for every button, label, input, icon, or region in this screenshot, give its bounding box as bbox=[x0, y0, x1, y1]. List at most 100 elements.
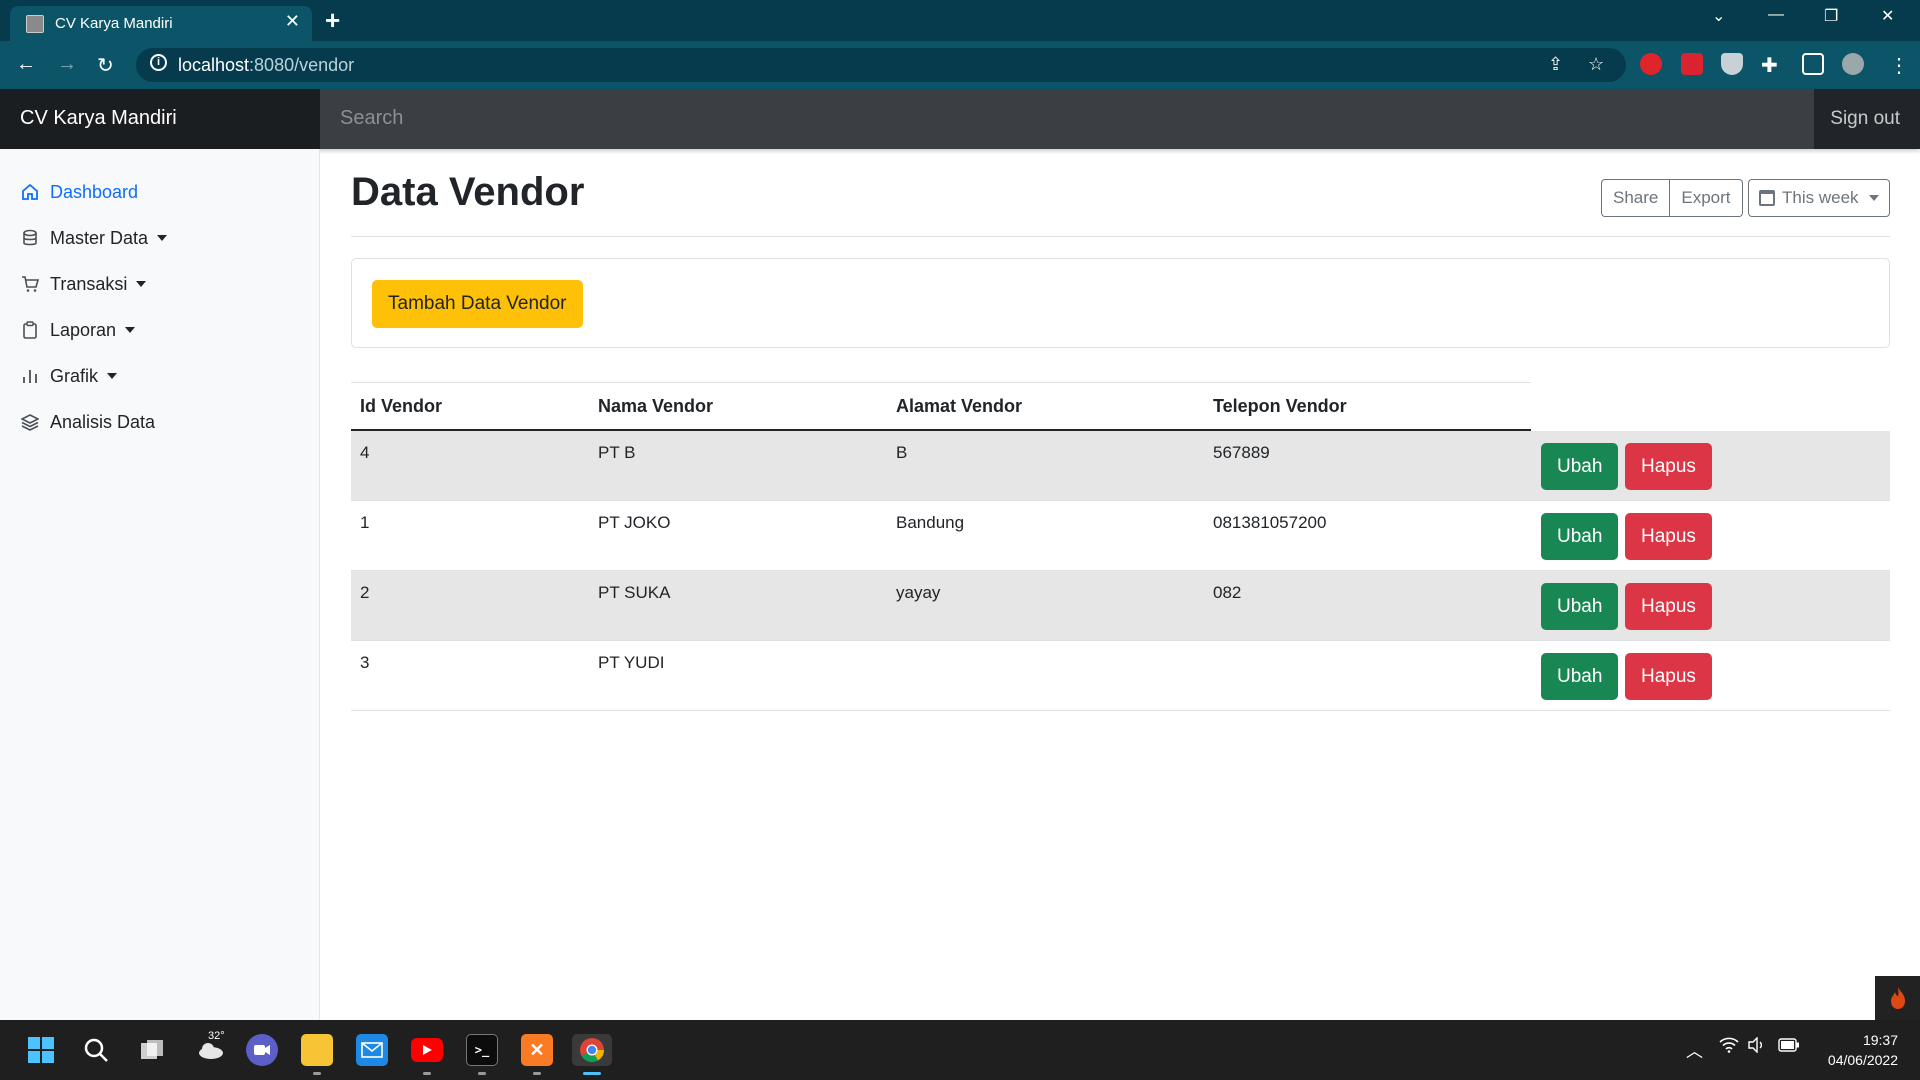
sidebar-item-label: Dashboard bbox=[50, 181, 139, 202]
volume-icon[interactable] bbox=[1748, 1036, 1766, 1058]
forward-icon[interactable]: → bbox=[57, 53, 77, 76]
chrome-icon[interactable] bbox=[572, 1034, 612, 1066]
sidebar-item-grafik[interactable]: Grafik bbox=[20, 361, 118, 391]
caret-down-icon bbox=[107, 373, 118, 379]
wifi-icon[interactable] bbox=[1719, 1037, 1739, 1058]
site-info-icon[interactable]: i bbox=[150, 54, 167, 71]
xampp-icon[interactable]: ✕ bbox=[521, 1034, 553, 1066]
delete-button[interactable]: Hapus bbox=[1625, 653, 1712, 700]
cell-alamat: Bandung bbox=[896, 513, 965, 532]
delete-button[interactable]: Hapus bbox=[1625, 443, 1712, 490]
period-dropdown-button[interactable]: This week bbox=[1748, 179, 1890, 217]
extension-m-icon[interactable] bbox=[1681, 53, 1703, 75]
bar-chart-icon bbox=[20, 366, 40, 386]
tab-search-icon[interactable]: ⌄ bbox=[1712, 6, 1725, 26]
delete-button[interactable]: Hapus bbox=[1625, 513, 1712, 560]
table-row: 1 PT JOKO Bandung 081381057200 Ubah Hapu… bbox=[351, 501, 1890, 571]
table-row: 4 PT B B 567889 Ubah Hapus bbox=[351, 431, 1890, 501]
clipboard-icon bbox=[20, 320, 40, 340]
toolbar-button-group: Share Export bbox=[1601, 179, 1743, 217]
export-button[interactable]: Export bbox=[1670, 179, 1743, 217]
side-panel-icon[interactable] bbox=[1802, 53, 1824, 75]
file-explorer-icon[interactable] bbox=[301, 1034, 333, 1066]
divider bbox=[351, 236, 1890, 237]
extension-red-icon[interactable] bbox=[1640, 53, 1662, 75]
edit-button[interactable]: Ubah bbox=[1541, 513, 1619, 560]
sidebar-item-label: Analisis Data bbox=[50, 411, 156, 432]
share-button[interactable]: Share bbox=[1601, 179, 1671, 217]
bookmark-star-icon[interactable]: ☆ bbox=[1588, 54, 1604, 75]
edit-button[interactable]: Ubah bbox=[1541, 583, 1619, 630]
extensions-puzzle-icon[interactable]: ✚ bbox=[1761, 53, 1778, 78]
clock-time: 19:37 bbox=[1862, 1032, 1898, 1048]
system-clock[interactable]: 19:37 04/06/2022 bbox=[1828, 1030, 1898, 1070]
flame-icon[interactable] bbox=[1875, 976, 1920, 1020]
mail-icon[interactable] bbox=[356, 1034, 388, 1066]
period-label: This week bbox=[1782, 188, 1859, 207]
windows-start-icon[interactable] bbox=[25, 1034, 57, 1066]
browser-tab-bar: CV Karya Mandiri ✕ + ⌄ — ❐ ✕ bbox=[0, 0, 1920, 41]
minimize-icon[interactable]: — bbox=[1768, 6, 1784, 24]
sidebar-item-master-data[interactable]: Master Data bbox=[20, 223, 168, 253]
cell-alamat: yayay bbox=[896, 583, 941, 602]
tray-overflow-icon[interactable]: ︿ bbox=[1686, 1037, 1703, 1062]
caret-down-icon bbox=[125, 327, 136, 333]
add-vendor-button[interactable]: Tambah Data Vendor bbox=[372, 280, 583, 328]
youtube-icon[interactable] bbox=[411, 1038, 443, 1062]
cell-id: 2 bbox=[360, 583, 370, 602]
close-tab-icon[interactable]: ✕ bbox=[285, 11, 300, 32]
battery-icon[interactable] bbox=[1778, 1037, 1800, 1057]
brand[interactable]: CV Karya Mandiri bbox=[0, 89, 320, 149]
close-window-icon[interactable]: ✕ bbox=[1881, 6, 1894, 26]
edit-button[interactable]: Ubah bbox=[1541, 653, 1619, 700]
search-input[interactable]: Search bbox=[320, 89, 1814, 149]
task-view-icon[interactable] bbox=[136, 1034, 168, 1066]
weather-icon[interactable]: 32° bbox=[191, 1030, 231, 1066]
delete-button[interactable]: Hapus bbox=[1625, 583, 1712, 630]
url-text: localhost:8080/vendor bbox=[178, 55, 355, 75]
browser-tab[interactable]: CV Karya Mandiri ✕ bbox=[10, 6, 312, 41]
reload-icon[interactable]: ↻ bbox=[97, 53, 114, 78]
cell-telepon: 081381057200 bbox=[1213, 513, 1327, 532]
sidebar-item-transaksi[interactable]: Transaksi bbox=[20, 269, 147, 299]
cell-nama: PT YUDI bbox=[598, 653, 665, 672]
app-navbar: CV Karya Mandiri Search Sign out bbox=[0, 89, 1920, 149]
browser-menu-icon[interactable]: ⋮ bbox=[1889, 53, 1909, 78]
teams-chat-icon[interactable] bbox=[246, 1034, 278, 1066]
cart-icon bbox=[20, 274, 40, 294]
sidebar-item-dashboard[interactable]: Dashboard bbox=[20, 177, 138, 207]
extension-shield-icon[interactable] bbox=[1721, 53, 1743, 75]
cell-nama: PT B bbox=[598, 443, 636, 462]
weather-temp: 32° bbox=[208, 1030, 225, 1042]
sidebar-item-label: Master Data bbox=[50, 227, 149, 248]
database-icon bbox=[20, 228, 40, 248]
page-title: Data Vendor bbox=[351, 170, 585, 214]
sidebar-item-laporan[interactable]: Laporan bbox=[20, 315, 136, 345]
table-row: 3 PT YUDI Ubah Hapus bbox=[351, 641, 1890, 711]
sidebar-item-label: Transaksi bbox=[50, 273, 128, 294]
table-header: Id Vendor Nama Vendor Alamat Vendor Tele… bbox=[351, 382, 1531, 431]
active-app-indicator bbox=[583, 1072, 601, 1075]
caret-down-icon bbox=[1868, 195, 1879, 201]
search-icon[interactable] bbox=[80, 1034, 112, 1066]
sidebar-item-label: Grafik bbox=[50, 365, 99, 386]
sidebar: Dashboard Master Data Transaksi Laporan … bbox=[0, 149, 320, 1020]
profile-avatar[interactable] bbox=[1842, 53, 1864, 75]
restore-icon[interactable]: ❐ bbox=[1824, 6, 1838, 26]
new-tab-icon[interactable]: + bbox=[325, 5, 340, 36]
running-indicator bbox=[313, 1072, 321, 1075]
home-icon bbox=[20, 182, 40, 202]
back-icon[interactable]: ← bbox=[16, 53, 36, 76]
edit-button[interactable]: Ubah bbox=[1541, 443, 1619, 490]
cell-nama: PT JOKO bbox=[598, 513, 671, 532]
running-indicator bbox=[533, 1072, 541, 1075]
terminal-icon[interactable]: >_ bbox=[466, 1034, 498, 1066]
url-field[interactable]: i localhost:8080/vendor ⇪ ☆ bbox=[136, 48, 1626, 82]
clock-date: 04/06/2022 bbox=[1827, 1052, 1898, 1068]
cell-telepon: 082 bbox=[1213, 583, 1242, 602]
sidebar-item-analisis-data[interactable]: Analisis Data bbox=[20, 407, 155, 437]
address-bar-row: ← → ↻ i localhost:8080/vendor ⇪ ☆ ✚ ⋮ bbox=[0, 41, 1920, 89]
sign-out-link[interactable]: Sign out bbox=[1830, 108, 1900, 130]
caret-down-icon bbox=[136, 281, 147, 287]
share-page-icon[interactable]: ⇪ bbox=[1548, 54, 1563, 75]
